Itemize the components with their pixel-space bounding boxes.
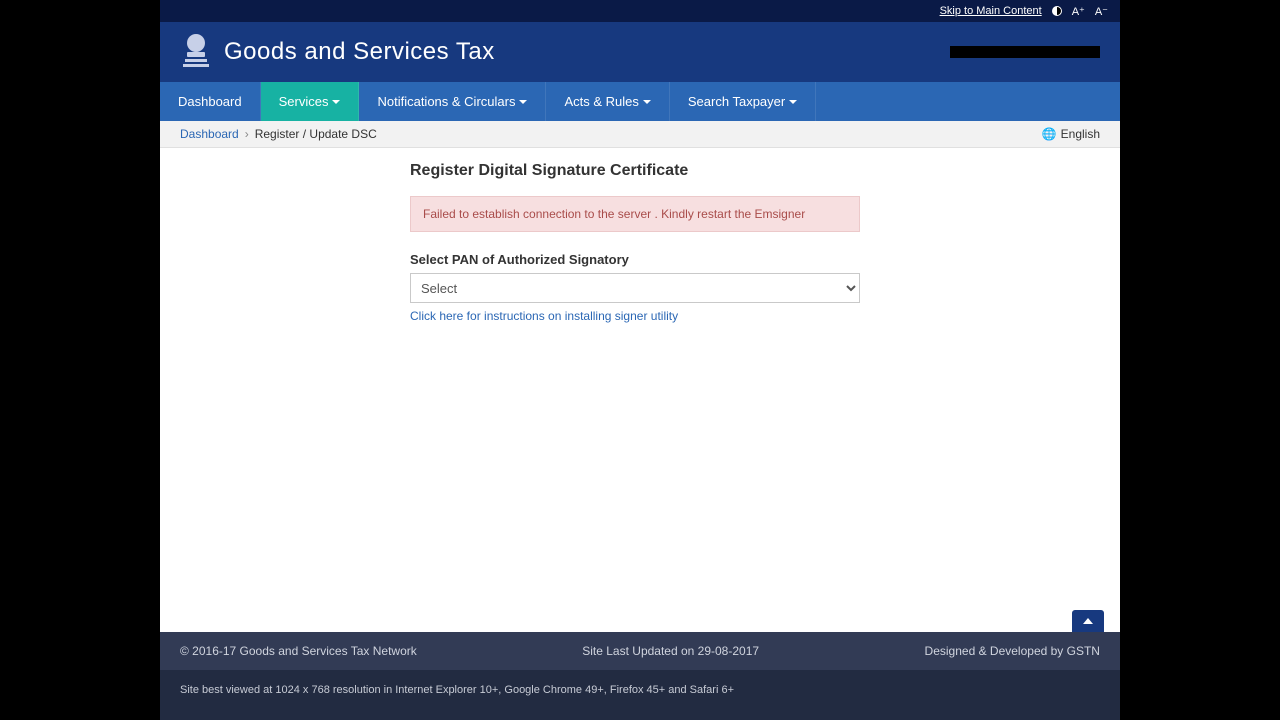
- breadcrumb-separator: ›: [245, 127, 249, 141]
- nav-label: Search Taxpayer: [688, 94, 785, 109]
- nav-label: Acts & Rules: [564, 94, 638, 109]
- language-label: English: [1061, 127, 1100, 141]
- nav-acts-rules[interactable]: Acts & Rules: [546, 82, 669, 121]
- national-emblem-icon: [180, 32, 212, 72]
- nav-notifications[interactable]: Notifications & Circulars: [359, 82, 546, 121]
- top-utility-bar: Skip to Main Content A⁺ A⁻: [160, 0, 1120, 22]
- footer-primary: © 2016-17 Goods and Services Tax Network…: [160, 632, 1120, 670]
- footer-developer: Designed & Developed by GSTN: [925, 644, 1100, 658]
- chevron-down-icon: [789, 100, 797, 104]
- pan-select-label: Select PAN of Authorized Signatory: [410, 252, 860, 267]
- scroll-to-top-button[interactable]: [1072, 610, 1104, 632]
- skip-to-content-link[interactable]: Skip to Main Content: [940, 5, 1042, 17]
- chevron-down-icon: [643, 100, 651, 104]
- contrast-toggle-icon[interactable]: [1052, 6, 1062, 16]
- nav-search-taxpayer[interactable]: Search Taxpayer: [670, 82, 816, 121]
- font-increase[interactable]: A⁺: [1072, 5, 1085, 18]
- globe-icon: 🌐: [1042, 127, 1057, 141]
- nav-label: Services: [279, 94, 329, 109]
- site-title: Goods and Services Tax: [224, 38, 495, 66]
- nav-label: Notifications & Circulars: [377, 94, 515, 109]
- footer-secondary: Site best viewed at 1024 x 768 resolutio…: [160, 670, 1120, 720]
- pan-select[interactable]: Select: [410, 273, 860, 303]
- font-decrease[interactable]: A⁻: [1095, 5, 1108, 18]
- main-content: Register Digital Signature Certificate F…: [160, 148, 1120, 632]
- breadcrumb: Dashboard › Register / Update DSC 🌐 Engl…: [160, 121, 1120, 148]
- footer-compat: Site best viewed at 1024 x 768 resolutio…: [180, 684, 734, 696]
- footer-last-updated: Site Last Updated on 29-08-2017: [582, 644, 759, 658]
- chevron-up-icon: [1083, 618, 1093, 624]
- account-area[interactable]: [950, 46, 1100, 58]
- nav-services[interactable]: Services: [261, 82, 360, 121]
- chevron-down-icon: [332, 100, 340, 104]
- nav-dashboard[interactable]: Dashboard: [160, 82, 261, 121]
- language-selector[interactable]: 🌐 English: [1042, 127, 1100, 141]
- error-alert: Failed to establish connection to the se…: [410, 196, 860, 232]
- breadcrumb-current: Register / Update DSC: [255, 127, 377, 141]
- nav-label: Dashboard: [178, 94, 242, 109]
- site-header: Goods and Services Tax: [160, 22, 1120, 82]
- chevron-down-icon: [519, 100, 527, 104]
- footer-copyright: © 2016-17 Goods and Services Tax Network: [180, 644, 417, 658]
- signer-utility-help-link[interactable]: Click here for instructions on installin…: [410, 309, 860, 323]
- main-navigation: Dashboard Services Notifications & Circu…: [160, 82, 1120, 121]
- page-title: Register Digital Signature Certificate: [410, 162, 860, 180]
- breadcrumb-root[interactable]: Dashboard: [180, 127, 239, 141]
